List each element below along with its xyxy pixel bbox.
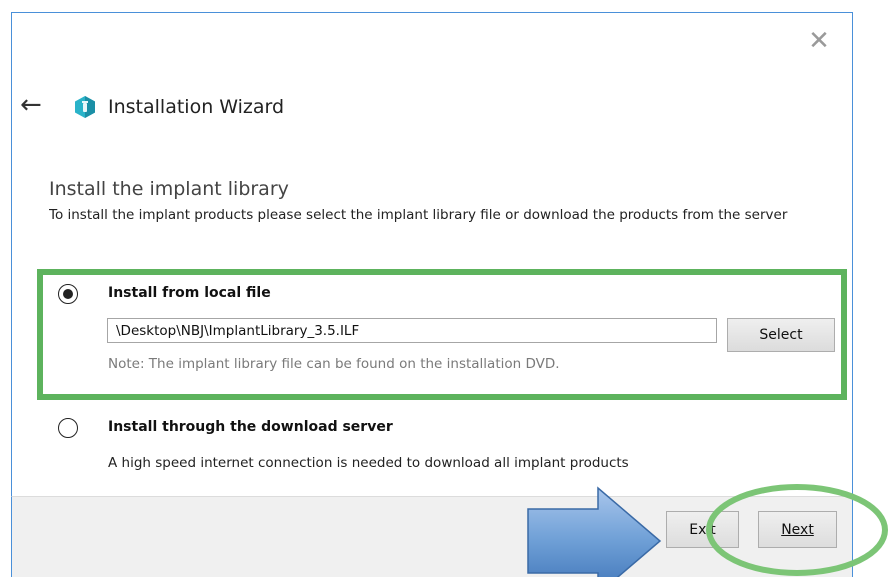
server-info-text: A high speed internet connection is need… bbox=[108, 455, 629, 471]
app-logo-icon bbox=[75, 96, 95, 118]
close-icon[interactable]: ✕ bbox=[808, 28, 830, 54]
option-server-label: Install through the download server bbox=[108, 419, 393, 435]
exit-button[interactable]: Exit bbox=[666, 511, 739, 548]
next-button[interactable]: Next bbox=[758, 511, 837, 548]
description-text: To install the implant products please s… bbox=[49, 207, 788, 223]
highlight-box bbox=[37, 269, 847, 400]
radio-download-server[interactable] bbox=[58, 418, 78, 438]
back-arrow-icon[interactable]: ← bbox=[20, 92, 46, 118]
description-container: To install the implant products please s… bbox=[49, 201, 839, 240]
page-heading: Install the implant library bbox=[49, 178, 289, 200]
next-button-label: Next bbox=[781, 521, 814, 538]
window-title: Installation Wizard bbox=[108, 96, 285, 118]
